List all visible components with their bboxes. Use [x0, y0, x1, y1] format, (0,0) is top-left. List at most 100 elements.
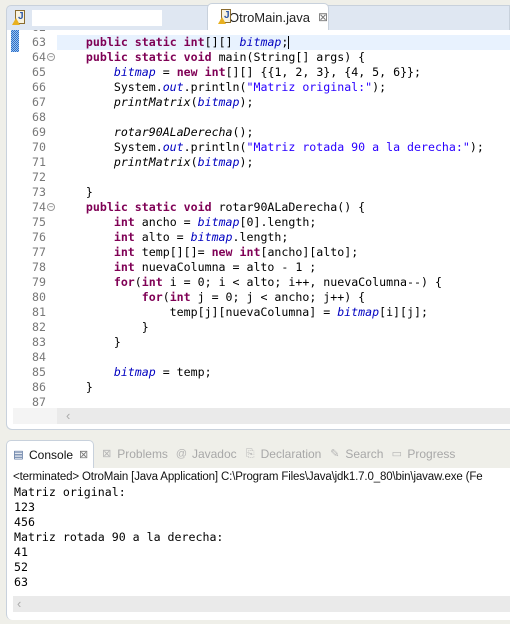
- code-line[interactable]: 81 temp[j][nuevaColumna] = bitmap[i][j];: [7, 305, 510, 320]
- string-token: "Matriz rotada 90 a la derecha:": [246, 140, 470, 154]
- line-number: 84: [32, 350, 46, 364]
- java-file-warning-icon: J: [12, 9, 26, 26]
- line-number: 75: [32, 215, 46, 229]
- tab-javadoc[interactable]: @ Javadoc: [175, 447, 237, 461]
- at-icon: @: [175, 448, 188, 460]
- code-line[interactable]: 78 int nuevaColumna = alto - 1 ;: [7, 260, 510, 275]
- tab-label: Console: [29, 447, 74, 462]
- code-token: j = 0; j < ancho; j++) {: [190, 290, 366, 304]
- code-token: );: [469, 140, 484, 154]
- keyword-token: new: [176, 65, 198, 79]
- progress-icon: ▭: [391, 448, 403, 460]
- code-line[interactable]: 63 public static int[][] bitmap;: [7, 35, 510, 50]
- tab-declaration[interactable]: ⎘ Declaration: [244, 447, 322, 461]
- code-area[interactable]: 6263 public static int[][] bitmap;64− pu…: [7, 30, 510, 408]
- tab-otromain-java[interactable]: J OtroMain.java ⊠: [207, 3, 329, 30]
- code-line[interactable]: 82 }: [7, 320, 510, 335]
- code-token: .println(: [183, 80, 247, 94]
- field-token: bitmap: [337, 305, 380, 319]
- keyword-token: void: [183, 50, 212, 64]
- keyword-token: void: [183, 200, 212, 214]
- scroll-left-icon[interactable]: ‹: [66, 408, 70, 424]
- code-text: public static void main(String[] args) {: [58, 50, 365, 65]
- code-line[interactable]: 75 int ancho = bitmap[0].length;: [7, 215, 510, 230]
- code-line[interactable]: 72: [7, 170, 510, 185]
- line-number: 63: [32, 35, 46, 49]
- fold-collapse-icon[interactable]: −: [47, 53, 55, 61]
- code-token: i = 0; i < alto; i++, nuevaColumna--) {: [162, 275, 442, 289]
- console-horizontal-scrollbar[interactable]: ‹: [13, 596, 510, 612]
- code-line[interactable]: 66 System.out.println("Matriz original:"…: [7, 80, 510, 95]
- code-line[interactable]: 84: [7, 350, 510, 365]
- field-token: bitmap: [113, 365, 156, 379]
- text-caret: [288, 36, 290, 49]
- tab-problems[interactable]: ⊠ Problems: [100, 447, 168, 461]
- code-line[interactable]: 65 bitmap = new int[][] {{1, 2, 3}, {4, …: [7, 65, 510, 80]
- code-token: }: [58, 320, 149, 334]
- line-number: 83: [32, 335, 46, 349]
- keyword-token: static: [134, 35, 177, 49]
- code-token: );: [239, 95, 254, 109]
- code-line[interactable]: 73 }: [7, 185, 510, 200]
- code-line[interactable]: 76 int alto = bitmap.length;: [7, 230, 510, 245]
- tab-label: OtroMain.java: [229, 9, 310, 25]
- tab-console[interactable]: ▤ Console ⊠: [6, 440, 95, 468]
- tab-progress[interactable]: ▭ Progress: [390, 447, 456, 461]
- code-editor[interactable]: 6263 public static int[][] bitmap;64− pu…: [6, 30, 510, 430]
- tab-redacted-file[interactable]: J: [8, 4, 188, 31]
- scroll-left-icon[interactable]: ‹: [17, 596, 21, 612]
- code-line[interactable]: 67 printMatrix(bitmap);: [7, 95, 510, 110]
- code-token: temp[j][nuevaColumna] =: [58, 305, 338, 319]
- editor-horizontal-scrollbar[interactable]: ‹: [13, 408, 510, 424]
- field-token: out: [162, 80, 184, 94]
- code-line[interactable]: 85 bitmap = temp;: [7, 365, 510, 380]
- code-text: for(int j = 0; j < ancho; j++) {: [58, 290, 365, 305]
- code-token: rotar90ALaDerecha: [113, 125, 233, 139]
- console-status: <terminated> OtroMain [Java Application]…: [13, 471, 483, 483]
- code-line[interactable]: 74− public static void rotar90ALaDerecha…: [7, 200, 510, 215]
- code-line[interactable]: 79 for(int i = 0; i < alto; i++, nuevaCo…: [7, 275, 510, 290]
- console-output-line: 41: [14, 545, 28, 559]
- close-tab-icon[interactable]: ⊠: [79, 448, 88, 461]
- code-line[interactable]: 80 for(int j = 0; j < ancho; j++) {: [7, 290, 510, 305]
- code-token: nuevaColumna = alto - 1 ;: [134, 260, 317, 274]
- console-output-line: Matriz rotada 90 a la derecha:: [14, 530, 224, 544]
- code-line[interactable]: 69 rotar90ALaDerecha();: [7, 125, 510, 140]
- line-number: 85: [32, 365, 46, 379]
- code-line[interactable]: 86 }: [7, 380, 510, 395]
- code-line[interactable]: 71 printMatrix(bitmap);: [7, 155, 510, 170]
- tab-label: Javadoc: [191, 447, 237, 461]
- tab-search[interactable]: ✎ Search: [328, 447, 383, 461]
- keyword-token: int: [113, 245, 135, 259]
- close-tab-icon[interactable]: ⊠: [318, 10, 328, 24]
- keyword-token: int: [169, 290, 191, 304]
- code-token: main(String[] args) {: [211, 50, 366, 64]
- code-line[interactable]: 83 }: [7, 335, 510, 350]
- code-line[interactable]: 64− public static void main(String[] arg…: [7, 50, 510, 65]
- code-text: rotar90ALaDerecha();: [58, 125, 254, 140]
- console-output[interactable]: Matriz original: 123 456 Matriz rotada 90 a…: [14, 485, 223, 590]
- code-token: [][]: [204, 35, 240, 49]
- code-line[interactable]: 70 System.out.println("Matriz rotada 90 …: [7, 140, 510, 155]
- line-number: 64: [32, 50, 46, 64]
- code-token: System.: [58, 80, 163, 94]
- console-view[interactable]: <terminated> OtroMain [Java Application]…: [6, 468, 510, 620]
- console-tab-bar: ▤ Console ⊠ ⊠ Problems @ Javadoc ⎘ Declaration ✎ S…: [6, 440, 510, 468]
- code-text: System.out.println("Matriz original:");: [58, 80, 386, 95]
- code-line[interactable]: 68: [7, 110, 510, 125]
- keyword-token: public: [85, 200, 128, 214]
- line-number: 72: [32, 170, 46, 184]
- code-token: ();: [232, 125, 254, 139]
- code-line[interactable]: 87: [7, 395, 510, 408]
- keyword-token: for: [113, 275, 135, 289]
- code-line[interactable]: 77 int temp[][]= new int[ancho][alto];: [7, 245, 510, 260]
- code-token: }: [58, 335, 121, 349]
- fold-collapse-icon[interactable]: −: [47, 203, 55, 211]
